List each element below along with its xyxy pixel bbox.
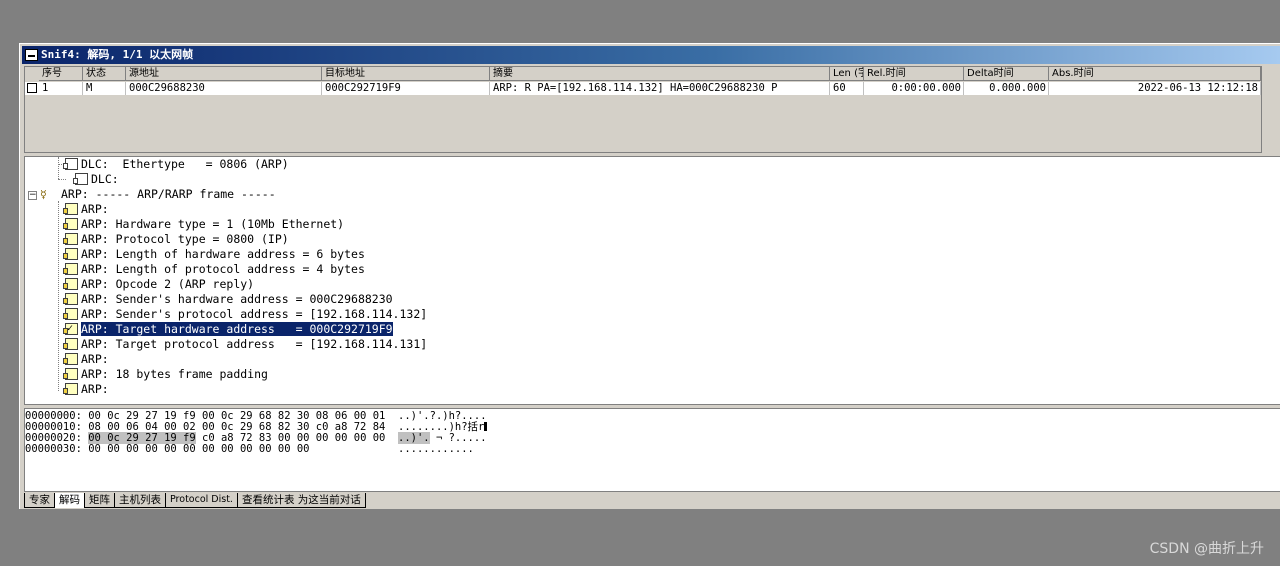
tab-protocol-dist[interactable]: Protocol Dist. xyxy=(165,493,237,508)
document-icon xyxy=(63,308,78,320)
packet-num: 1 xyxy=(39,82,83,95)
tree-node-arp[interactable]: ARP: Length of protocol address = 4 byte… xyxy=(63,262,365,277)
tree-node-arp[interactable]: ARP: Sender's protocol address = [192.16… xyxy=(63,307,427,322)
tab-conversation-stats[interactable]: 查看统计表 为这当前对话 xyxy=(236,493,366,508)
packet-list[interactable]: 序号 状态 源地址 目标地址 摘要 Len (字 Rel.时间 Delta时间 … xyxy=(24,66,1262,153)
tab-decode[interactable]: 解码 xyxy=(54,493,84,508)
column-header-rel-time[interactable]: Rel.时间 xyxy=(864,67,964,81)
sniffer-app-icon xyxy=(25,49,38,61)
packet-len: 60 xyxy=(830,82,864,95)
column-header-src[interactable]: 源地址 xyxy=(126,67,322,81)
title-bar[interactable]: Snif4: 解码, 1/1 以太网帧 xyxy=(22,46,1280,64)
tree-connector xyxy=(58,201,59,391)
decode-tree[interactable]: DLC: Ethertype = 0806 (ARP) DLC: − ☿ ARP… xyxy=(24,156,1280,405)
document-icon xyxy=(63,353,78,365)
column-header-summary[interactable]: 摘要 xyxy=(490,67,830,81)
tab-expert[interactable]: 专家 xyxy=(24,493,54,508)
tree-node-arp[interactable]: ARP: Length of hardware address = 6 byte… xyxy=(63,247,365,262)
tree-node-dlc[interactable]: DLC: xyxy=(73,172,119,187)
document-icon xyxy=(73,173,88,185)
document-icon xyxy=(63,338,78,350)
column-header-dst[interactable]: 目标地址 xyxy=(322,67,490,81)
tree-node-arp[interactable]: ARP: xyxy=(63,202,109,217)
packet-rel-time: 0:00:00.000 xyxy=(864,82,964,95)
packet-delta-time: 0.000.000 xyxy=(964,82,1049,95)
packet-row[interactable]: 1 M 000C29688230 000C292719F9 ARP: R PA=… xyxy=(25,82,1261,95)
tree-node-arp[interactable]: ARP: xyxy=(63,352,109,367)
tree-node-arp[interactable]: ARP: xyxy=(63,382,109,397)
hex-bytes: 00 00 00 00 00 00 00 00 00 00 00 00 xyxy=(88,443,310,455)
document-icon xyxy=(63,278,78,290)
tree-node-arp-header[interactable]: ARP: ----- ARP/RARP frame ----- xyxy=(61,187,276,202)
packet-dst: 000C292719F9 xyxy=(322,82,490,95)
column-header-status[interactable]: 状态 xyxy=(83,67,126,81)
column-header-num[interactable]: 序号 xyxy=(39,67,83,81)
view-tabs: 专家 解码 矩阵 主机列表 Protocol Dist. 查看统计表 为这当前对… xyxy=(24,493,366,508)
document-icon xyxy=(63,383,78,395)
collapse-toggle-icon[interactable]: − xyxy=(28,191,37,200)
tree-node-arp[interactable]: ARP: Hardware type = 1 (10Mb Ethernet) xyxy=(63,217,344,232)
hex-offset: 00000030: xyxy=(25,443,82,455)
tree-node-arp[interactable]: ARP: 18 bytes frame padding xyxy=(63,367,268,382)
document-icon xyxy=(63,293,78,305)
packet-status: M xyxy=(83,82,126,95)
watermark: CSDN @曲折上升 xyxy=(1149,541,1264,557)
document-icon xyxy=(63,218,78,230)
hex-ascii: ............ xyxy=(398,443,474,455)
column-header-len[interactable]: Len (字 xyxy=(830,67,864,81)
tree-node-arp[interactable]: ARP: Protocol type = 0800 (IP) xyxy=(63,232,289,247)
document-icon xyxy=(63,203,78,215)
tree-node-arp[interactable]: ARP: Sender's hardware address = 000C296… xyxy=(63,292,393,307)
decode-window: Snif4: 解码, 1/1 以太网帧 序号 状态 源地址 目标地址 摘要 Le… xyxy=(19,43,1280,509)
tree-connector xyxy=(58,179,66,180)
document-icon xyxy=(63,248,78,260)
document-icon xyxy=(63,233,78,245)
tree-connector xyxy=(58,157,59,179)
tree-node-arp-selected[interactable]: ARP: Target hardware address = 000C29271… xyxy=(63,321,393,337)
document-icon xyxy=(63,158,78,170)
column-header-abs-time[interactable]: Abs.时间 xyxy=(1049,67,1261,81)
tab-matrix[interactable]: 矩阵 xyxy=(84,493,114,508)
tree-node-arp[interactable]: ARP: Target protocol address = [192.168.… xyxy=(63,337,427,352)
protocol-icon: ☿ xyxy=(40,188,47,201)
tree-node-arp[interactable]: ARP: Opcode 2 (ARP reply) xyxy=(63,277,254,292)
row-checkbox[interactable] xyxy=(27,83,37,93)
tab-host-table[interactable]: 主机列表 xyxy=(114,493,165,508)
text-cursor xyxy=(484,422,488,431)
hex-dump[interactable]: 00000000: 00 0c 29 27 19 f9 00 0c 29 68 … xyxy=(24,408,1280,492)
document-icon xyxy=(63,368,78,380)
checked-document-icon xyxy=(63,321,78,336)
window-title: Snif4: 解码, 1/1 以太网帧 xyxy=(41,48,194,61)
tree-node-dlc[interactable]: DLC: Ethertype = 0806 (ARP) xyxy=(63,157,289,172)
document-icon xyxy=(63,263,78,275)
packet-src: 000C29688230 xyxy=(126,82,322,95)
packet-list-header: 序号 状态 源地址 目标地址 摘要 Len (字 Rel.时间 Delta时间 … xyxy=(25,67,1261,81)
packet-abs-time: 2022-06-13 12:12:18 xyxy=(1049,82,1261,95)
packet-summary: ARP: R PA=[192.168.114.132] HA=000C29688… xyxy=(490,82,830,95)
column-header-delta-time[interactable]: Delta时间 xyxy=(964,67,1049,81)
hex-row[interactable]: 00000030: 00 00 00 00 00 00 00 00 00 00 … xyxy=(25,444,474,455)
